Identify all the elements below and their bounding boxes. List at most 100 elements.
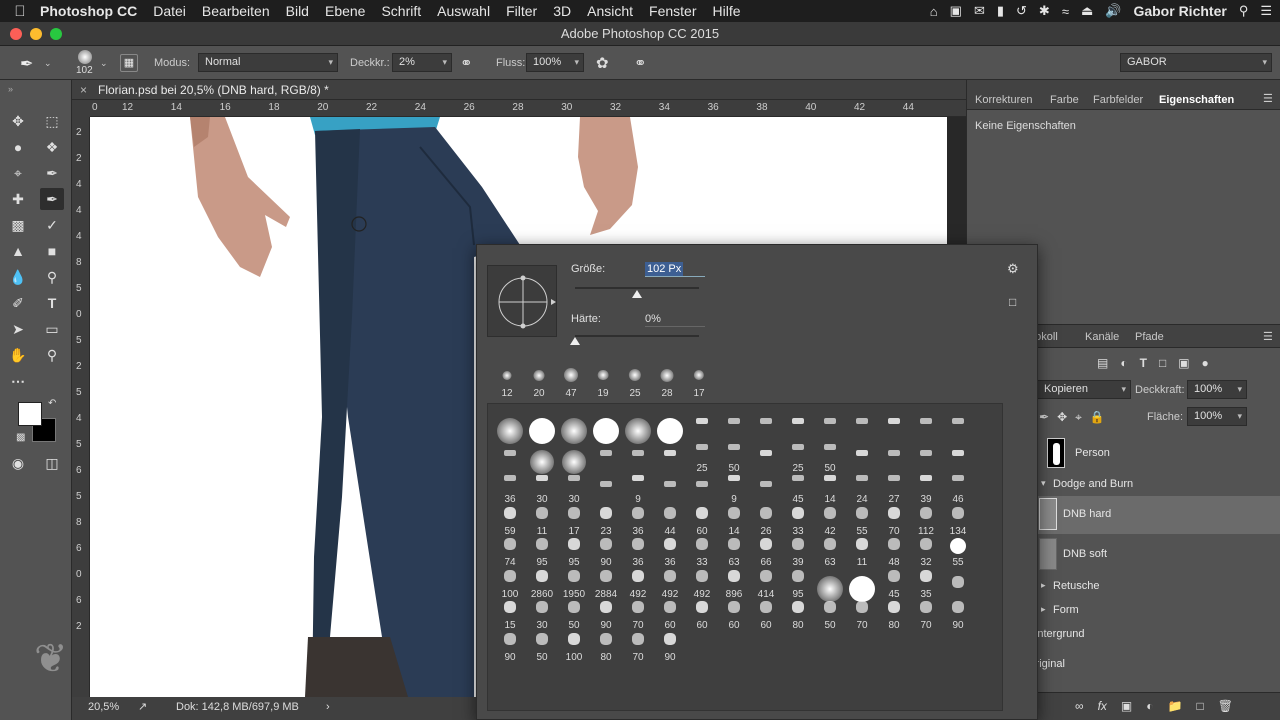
- brush-preset[interactable]: 23: [590, 503, 622, 537]
- hardness-slider-thumb[interactable]: [570, 337, 580, 345]
- adjustment-filter-icon[interactable]: ◐: [1120, 356, 1127, 370]
- type-tool-icon[interactable]: T: [40, 292, 64, 314]
- new-group-icon[interactable]: 📁: [1168, 699, 1183, 713]
- brush-preset[interactable]: 11: [846, 534, 878, 568]
- user-menu[interactable]: Gabor Richter: [1133, 3, 1226, 19]
- brush-preset[interactable]: [846, 408, 878, 442]
- brush-preset[interactable]: 80: [590, 629, 622, 663]
- new-layer-icon[interactable]: □: [1196, 699, 1203, 713]
- brush-preset[interactable]: 60: [654, 597, 686, 631]
- menu-fenster[interactable]: Fenster: [649, 3, 696, 19]
- lock-artboard-icon[interactable]: ⌖: [1075, 410, 1082, 425]
- menu-hilfe[interactable]: Hilfe: [713, 3, 741, 19]
- screen-mode-icon[interactable]: ◫: [40, 452, 64, 474]
- gear-icon[interactable]: ⚙: [1007, 261, 1019, 277]
- quick-mask-icon[interactable]: ◉: [6, 452, 30, 474]
- brush-preset[interactable]: 492: [654, 566, 686, 600]
- brush-picker-chevron-icon[interactable]: ⌄: [100, 58, 108, 69]
- smart-object-filter-icon[interactable]: ▣: [1178, 356, 1189, 370]
- mail-icon[interactable]: ✉: [974, 3, 985, 19]
- spotlight-search-icon[interactable]: ⚲: [1239, 3, 1249, 19]
- gradient-tool-icon[interactable]: ■: [40, 240, 64, 262]
- close-document-icon[interactable]: ×: [80, 80, 87, 100]
- lock-position-icon[interactable]: ✥: [1057, 410, 1067, 425]
- brush-preset[interactable]: 17: [558, 503, 590, 537]
- brush-preset[interactable]: [590, 440, 622, 474]
- tab-kanaele[interactable]: Kanäle: [1085, 331, 1119, 343]
- group-expand-icon[interactable]: ▸: [1041, 580, 1046, 591]
- workspace-select[interactable]: GABOR ▾: [1120, 53, 1272, 72]
- wifi-icon[interactable]: ≈: [1062, 4, 1069, 19]
- brush-preset[interactable]: 70: [910, 597, 942, 631]
- fill-field[interactable]: 100% ▾: [1187, 407, 1247, 426]
- brush-preset[interactable]: 25: [782, 440, 814, 474]
- eyedropper-tool-icon[interactable]: ✒: [40, 162, 64, 184]
- tab-pfade[interactable]: Pfade: [1135, 331, 1164, 343]
- brush-preset[interactable]: 492: [686, 566, 718, 600]
- move-tool-icon[interactable]: ✥: [6, 110, 30, 132]
- link-layers-icon[interactable]: ∞: [1075, 699, 1084, 713]
- brush-preset[interactable]: [846, 440, 878, 474]
- zoom-window-button[interactable]: [50, 28, 62, 40]
- fluss-field[interactable]: 100% ▾: [526, 53, 584, 72]
- bluetooth-icon[interactable]: ✱: [1039, 3, 1050, 19]
- brush-preset[interactable]: [686, 471, 718, 505]
- brush-panel-toggle-icon[interactable]: ▦: [120, 54, 138, 72]
- menu-filter[interactable]: Filter: [506, 3, 537, 19]
- brush-preset[interactable]: 44: [654, 503, 686, 537]
- brush-preset[interactable]: 63: [814, 534, 846, 568]
- new-adjustment-icon[interactable]: ◐: [1146, 699, 1153, 713]
- lasso-tool-icon[interactable]: ⦁: [6, 136, 30, 158]
- brush-preset[interactable]: [878, 440, 910, 474]
- crop-tool-icon[interactable]: ⌖: [6, 162, 30, 184]
- brush-preset[interactable]: 14: [718, 503, 750, 537]
- size-input[interactable]: 102 Px: [645, 259, 705, 277]
- brush-preset[interactable]: 60: [750, 597, 782, 631]
- tab-eigenschaften[interactable]: Eigenschaften: [1159, 94, 1234, 106]
- app-menu[interactable]: Photoshop CC: [40, 3, 137, 19]
- brush-preset[interactable]: 80: [782, 597, 814, 631]
- brush-preset[interactable]: 26: [750, 503, 782, 537]
- menu-bearbeiten[interactable]: Bearbeiten: [202, 3, 270, 19]
- brush-preset[interactable]: 134: [942, 503, 974, 537]
- clone-stamp-tool-icon[interactable]: ▩: [6, 214, 30, 236]
- notification-center-icon[interactable]: ☰: [1260, 3, 1272, 19]
- brush-preset[interactable]: [750, 471, 782, 505]
- brush-preset[interactable]: [654, 440, 686, 474]
- recent-brush[interactable]: 47: [555, 365, 587, 399]
- modus-select[interactable]: Normal ▾: [198, 53, 338, 72]
- blur-tool-icon[interactable]: 💧: [6, 266, 30, 288]
- brush-preset[interactable]: [910, 408, 942, 442]
- brush-preset[interactable]: 45: [878, 566, 910, 600]
- horizontal-ruler[interactable]: 0 12 14 16 18 20 22 24 26 28 30 32 34 36 38 40 42 44: [90, 100, 966, 117]
- quick-selection-tool-icon[interactable]: ❖: [40, 136, 64, 158]
- brush-preset[interactable]: [654, 471, 686, 505]
- brush-preset[interactable]: [526, 408, 558, 444]
- brush-preset[interactable]: [622, 440, 654, 474]
- brush-preset[interactable]: 90: [494, 629, 526, 663]
- brush-preview-icon[interactable]: [78, 50, 92, 64]
- close-window-button[interactable]: [10, 28, 22, 40]
- brush-preset[interactable]: 35: [910, 566, 942, 600]
- type-filter-icon[interactable]: T: [1140, 356, 1147, 370]
- size-slider[interactable]: [575, 287, 699, 289]
- brush-preset[interactable]: 25: [686, 440, 718, 474]
- brush-preset[interactable]: 42: [814, 503, 846, 537]
- brush-preset[interactable]: 896: [718, 566, 750, 600]
- brush-preset[interactable]: 50: [814, 440, 846, 474]
- brush-preset[interactable]: [750, 408, 782, 442]
- airbrush-icon[interactable]: ✿: [596, 54, 609, 72]
- brush-preset[interactable]: 9: [718, 471, 750, 505]
- brush-preset[interactable]: [750, 440, 782, 474]
- brush-preset[interactable]: 30: [558, 471, 590, 505]
- recent-brush[interactable]: 20: [523, 365, 555, 399]
- export-icon[interactable]: ↗: [138, 697, 147, 717]
- brush-preset[interactable]: [846, 566, 878, 602]
- menu-auswahl[interactable]: Auswahl: [437, 3, 490, 19]
- blend-mode-select[interactable]: Kopieren ▾: [1037, 380, 1131, 399]
- brush-preset[interactable]: 60: [686, 503, 718, 537]
- brush-preset[interactable]: 60: [718, 597, 750, 631]
- size-slider-thumb[interactable]: [632, 290, 642, 298]
- brush-preset[interactable]: 36: [654, 534, 686, 568]
- recent-brush[interactable]: 25: [619, 365, 651, 399]
